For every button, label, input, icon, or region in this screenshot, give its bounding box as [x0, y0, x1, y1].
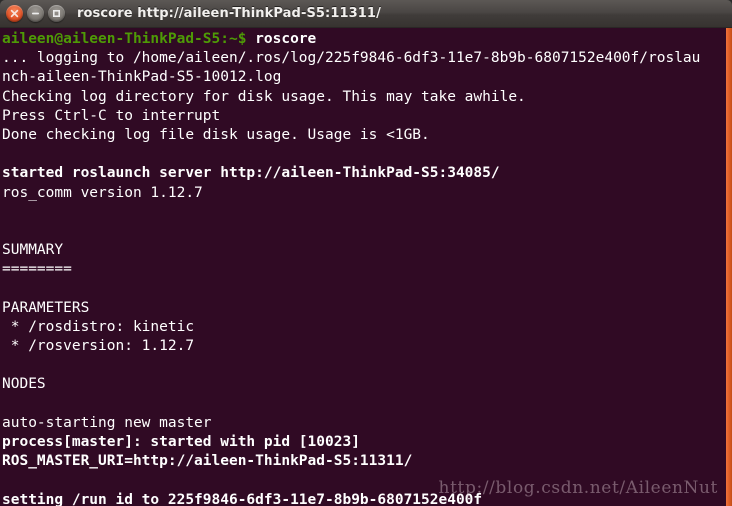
- terminal-line: Done checking log file disk usage. Usage…: [2, 126, 726, 145]
- terminal-line-text: Done checking log file disk usage. Usage…: [2, 126, 430, 143]
- terminal-output: aileen@aileen-ThinkPad-S5:~$ roscore... …: [0, 28, 726, 506]
- maximize-icon: [52, 9, 61, 18]
- terminal-line: Checking log directory for disk usage. T…: [2, 88, 726, 107]
- maximize-button[interactable]: [48, 5, 65, 22]
- terminal-line: ros_comm version 1.12.7: [2, 184, 726, 203]
- terminal-line: ========: [2, 260, 726, 279]
- terminal-line-text: process[master]: started with pid [10023…: [2, 433, 360, 450]
- terminal-line-text: ROS_MASTER_URI=http://aileen-ThinkPad-S5…: [2, 453, 413, 470]
- terminal-line: setting /run_id to 225f9846-6df3-11e7-8b…: [2, 491, 726, 506]
- terminal-line-text: ========: [2, 261, 72, 278]
- terminal-screen[interactable]: aileen@aileen-ThinkPad-S5:~$ roscore... …: [0, 28, 732, 506]
- terminal-line: nch-aileen-ThinkPad-S5-10012.log: [2, 68, 726, 87]
- terminal-window: roscore http://aileen-ThinkPad-S5:11311/…: [0, 0, 732, 506]
- terminal-line: ... logging to /home/aileen/.ros/log/225…: [2, 49, 726, 68]
- terminal-line-text: SUMMARY: [2, 242, 64, 259]
- terminal-line: started roslaunch server http://aileen-T…: [2, 164, 726, 183]
- terminal-line-text: ros_comm version 1.12.7: [2, 184, 203, 201]
- terminal-line: process[master]: started with pid [10023…: [2, 433, 726, 452]
- terminal-line-text: auto-starting new master: [2, 414, 212, 431]
- terminal-line: aileen@aileen-ThinkPad-S5:~$ roscore: [2, 30, 726, 49]
- terminal-line: * /rosdistro: kinetic: [2, 318, 726, 337]
- minimize-button[interactable]: [27, 5, 44, 22]
- scrollbar-thumb[interactable]: [726, 28, 732, 506]
- shell-command: roscore: [246, 31, 317, 47]
- terminal-line-text: ... logging to /home/aileen/.ros/log/225…: [2, 50, 701, 67]
- terminal-line-text: started roslaunch server http://aileen-T…: [2, 165, 500, 182]
- terminal-line-text: Press Ctrl-C to interrupt: [2, 107, 221, 124]
- terminal-line: Press Ctrl-C to interrupt: [2, 107, 726, 126]
- terminal-line: NODES: [2, 375, 726, 394]
- window-titlebar[interactable]: roscore http://aileen-ThinkPad-S5:11311/: [0, 0, 732, 28]
- terminal-line-text: * /rosversion: 1.12.7: [2, 338, 195, 354]
- window-title: roscore http://aileen-ThinkPad-S5:11311/: [77, 6, 381, 21]
- terminal-line: ROS_MASTER_URI=http://aileen-ThinkPad-S5…: [2, 452, 726, 471]
- terminal-line-text: nch-aileen-ThinkPad-S5-10012.log: [2, 69, 282, 86]
- terminal-line-text: PARAMETERS: [2, 299, 90, 316]
- terminal-line-text: NODES: [2, 376, 46, 393]
- terminal-line-text: Checking log directory for disk usage. T…: [2, 88, 526, 105]
- terminal-line: SUMMARY: [2, 241, 726, 260]
- terminal-line: * /rosversion: 1.12.7: [2, 337, 726, 356]
- terminal-line: auto-starting new master: [2, 414, 726, 433]
- terminal-line: PARAMETERS: [2, 299, 726, 318]
- close-button[interactable]: [6, 5, 23, 22]
- shell-prompt: aileen@aileen-ThinkPad-S5:~$: [2, 31, 247, 47]
- minimize-icon: [31, 12, 40, 15]
- close-icon: [10, 9, 19, 18]
- terminal-scrollbar[interactable]: [726, 28, 732, 506]
- terminal-line-text: * /rosdistro: kinetic: [2, 318, 195, 335]
- terminal-line-text: setting /run_id to 225f9846-6df3-11e7-8b…: [2, 491, 483, 506]
